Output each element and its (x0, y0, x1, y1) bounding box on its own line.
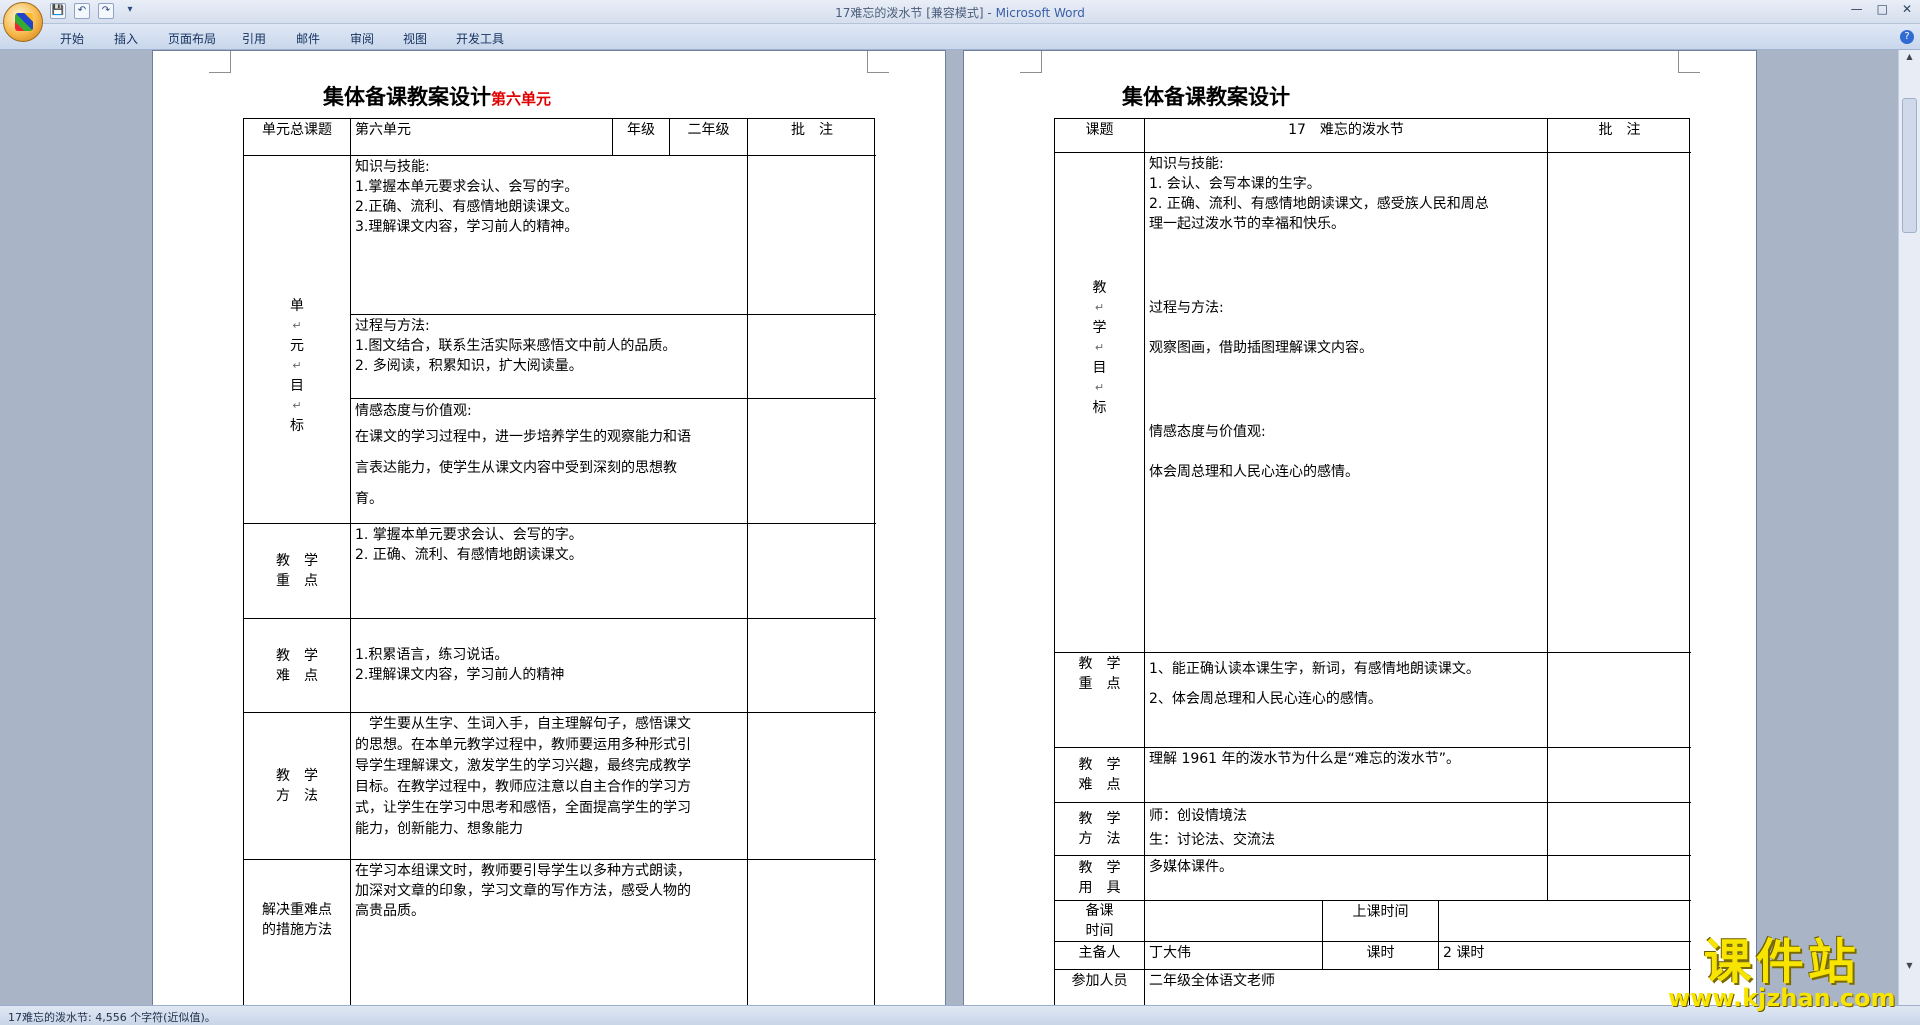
hours-value[interactable]: 2 课时 (1439, 942, 1691, 970)
crop-mark (209, 51, 231, 73)
preparer-value[interactable]: 丁大伟 (1145, 942, 1323, 970)
attendees-value[interactable]: 二年级全体语文老师 (1145, 970, 1691, 1005)
tab-developer[interactable]: 开发工具 (456, 30, 504, 47)
kjzhan-watermark: 课件站 www.kjzhan.com (1668, 934, 1896, 1012)
key-points-cell[interactable]: 1. 掌握本单元要求会认、会写的字。 2. 正确、流利、有感情地朗读课文。 (351, 524, 748, 619)
methods-cell[interactable]: 学生要从生字、生词入手，自主理解句子，感悟课文 的思想。在本单元教学过程中，教师要… (351, 713, 748, 860)
teaching-goal-label: 教 ↵ 学 ↵ 目 ↵ 标 (1055, 153, 1145, 653)
grade-value[interactable]: 二年级 (670, 119, 748, 156)
difficulties-label: 教 学难 点 (1055, 748, 1145, 803)
scrollbar-thumb[interactable] (1902, 98, 1917, 233)
class-time-value[interactable] (1439, 901, 1691, 942)
topic-label: 课题 (1055, 119, 1145, 153)
solution-cell[interactable]: 在学习本组课文时，教师要引导学生以多种方式朗读， 加深对文章的印象，学习文章的写作… (351, 860, 748, 1005)
close-button[interactable]: ✕ (1902, 2, 1912, 16)
knowledge-skills-cell[interactable]: 知识与技能: 1.掌握本单元要求会认、会写的字。 2.正确、流利、有感情地朗读课文。… (351, 156, 748, 315)
status-bar: 17难忘的泼水节: 4,556 个字符(近似值)。 (0, 1005, 1920, 1025)
notes-cell[interactable] (748, 713, 876, 860)
title-bar: 💾 ↶ ↷ ▾ 17难忘的泼水节 [兼容模式] - Microsoft Word… (0, 0, 1920, 24)
prep-time-label: 备课 时间 (1055, 901, 1145, 942)
tab-view[interactable]: 视图 (403, 30, 427, 47)
scroll-up-icon[interactable]: ▲ (1902, 52, 1917, 66)
key-points-label: 教 学重 点 (244, 524, 351, 619)
page-heading: 集体备课教案设计 (1122, 84, 1290, 109)
goal-label-char: 标 (290, 418, 304, 434)
methods-label: 教 学方 法 (244, 713, 351, 860)
methods-label: 教 学方 法 (1055, 803, 1145, 856)
notes-cell[interactable] (748, 524, 876, 619)
document-page-2: 集体备课教案设计 课题 17 难忘的泼水节 批 注 教 ↵ 学 ↵ 目 ↵ 标 知识与… (963, 50, 1757, 1005)
crop-mark (867, 51, 889, 73)
scroll-down-icon[interactable]: ▼ (1902, 961, 1917, 975)
prep-time-value[interactable] (1145, 901, 1323, 942)
notes-cell[interactable] (748, 156, 876, 315)
crop-mark (1678, 51, 1700, 73)
goal-label-char: 单 (290, 298, 304, 314)
vertical-scrollbar[interactable]: ▲ ▼ (1898, 50, 1920, 1005)
notes-cell[interactable] (748, 619, 876, 713)
tab-references[interactable]: 引用 (242, 30, 266, 47)
notes-cell[interactable] (748, 315, 876, 399)
crop-mark (1020, 51, 1042, 73)
page-heading: 集体备课教案设计第六单元 (323, 84, 552, 109)
unit-goal-label: 单 ↵ 元 ↵ 目 ↵ 标 (244, 156, 351, 524)
lesson-plan-table: 单元总课题 第六单元 年级 二年级 批 注 单 ↵ 元 ↵ 目 ↵ 标 知识与技能: 1… (243, 118, 876, 1005)
difficulties-cell[interactable]: 理解 1961 年的泼水节为什么是“难忘的泼水节”。 (1145, 748, 1548, 803)
solution-label: 解决重难点 的措施方法 (244, 860, 351, 1005)
preparer-label: 主备人 (1055, 942, 1145, 970)
topic-value[interactable]: 17 难忘的泼水节 (1145, 119, 1548, 153)
office-logo-icon (15, 13, 33, 31)
notes-cell[interactable] (1548, 748, 1691, 803)
notes-header: 批 注 (748, 119, 876, 156)
tab-page-layout[interactable]: 页面布局 (168, 30, 216, 47)
notes-header: 批 注 (1548, 119, 1691, 153)
notes-cell[interactable] (748, 860, 876, 1005)
difficulties-label: 教 学难 点 (244, 619, 351, 713)
minimize-button[interactable]: — (1851, 2, 1863, 16)
tab-mailings[interactable]: 邮件 (296, 30, 320, 47)
unit-title-label: 单元总课题 (244, 119, 351, 156)
key-points-label: 教 学重 点 (1055, 653, 1145, 748)
document-page-1: 集体备课教案设计第六单元 单元总课题 第六单元 年级 二年级 批 注 单 ↵ 元 ↵… (152, 50, 946, 1005)
key-points-cell[interactable]: 1、能正确认读本课生字，新词，有感情地朗读课文。 2、体会周总理和人民心连心的感情… (1145, 653, 1548, 748)
notes-cell[interactable] (1548, 153, 1691, 653)
difficulties-cell[interactable]: 1.积累语言，练习说话。 2.理解课文内容，学习前人的精神 (351, 619, 748, 713)
tools-label: 教 学用 具 (1055, 856, 1145, 901)
tab-home[interactable]: 开始 (60, 30, 84, 47)
lesson-plan-table: 课题 17 难忘的泼水节 批 注 教 ↵ 学 ↵ 目 ↵ 标 知识与技能: 1. 会认、… (1054, 118, 1691, 1005)
attendees-label: 参加人员 (1055, 970, 1145, 1005)
unit-title-value[interactable]: 第六单元 (351, 119, 613, 156)
goal-label-char: 元 (290, 338, 304, 354)
notes-cell[interactable] (1548, 653, 1691, 748)
word-count-status[interactable]: 17难忘的泼水节: 4,556 个字符(近似值)。 (8, 1011, 216, 1024)
notes-cell[interactable] (1548, 803, 1691, 856)
ribbon-tabs: 开始 插入 页面布局 引用 邮件 审阅 视图 开发工具 ? (0, 24, 1920, 50)
document-workspace: 集体备课教案设计第六单元 单元总课题 第六单元 年级 二年级 批 注 单 ↵ 元 ↵… (0, 50, 1898, 1005)
office-button[interactable] (3, 2, 43, 42)
tab-review[interactable]: 审阅 (350, 30, 374, 47)
teaching-goal-cell[interactable]: 知识与技能: 1. 会认、会写本课的生字。 2. 正确、流利、有感情地朗读课文，感受… (1145, 153, 1548, 653)
class-time-label: 上课时间 (1323, 901, 1439, 942)
help-icon[interactable]: ? (1900, 30, 1914, 44)
notes-cell[interactable] (748, 399, 876, 524)
maximize-button[interactable]: □ (1877, 2, 1888, 16)
methods-cell[interactable]: 师：创设情境法 生：讨论法、交流法 (1145, 803, 1548, 856)
process-method-cell[interactable]: 过程与方法: 1.图文结合，联系生活实际来感悟文中前人的品质。 2. 多阅读，积累知… (351, 315, 748, 399)
tab-insert[interactable]: 插入 (114, 30, 138, 47)
emotion-values-cell[interactable]: 情感态度与价值观: 在课文的学习过程中，进一步培养学生的观察能力和语 言表达能力，使… (351, 399, 748, 524)
tools-cell[interactable]: 多媒体课件。 (1145, 856, 1548, 901)
grade-label: 年级 (613, 119, 670, 156)
window-title: 17难忘的泼水节 [兼容模式] - Microsoft Word (835, 6, 1085, 20)
hours-label: 课时 (1323, 942, 1439, 970)
notes-cell[interactable] (1548, 856, 1691, 901)
goal-label-char: 目 (290, 378, 304, 394)
